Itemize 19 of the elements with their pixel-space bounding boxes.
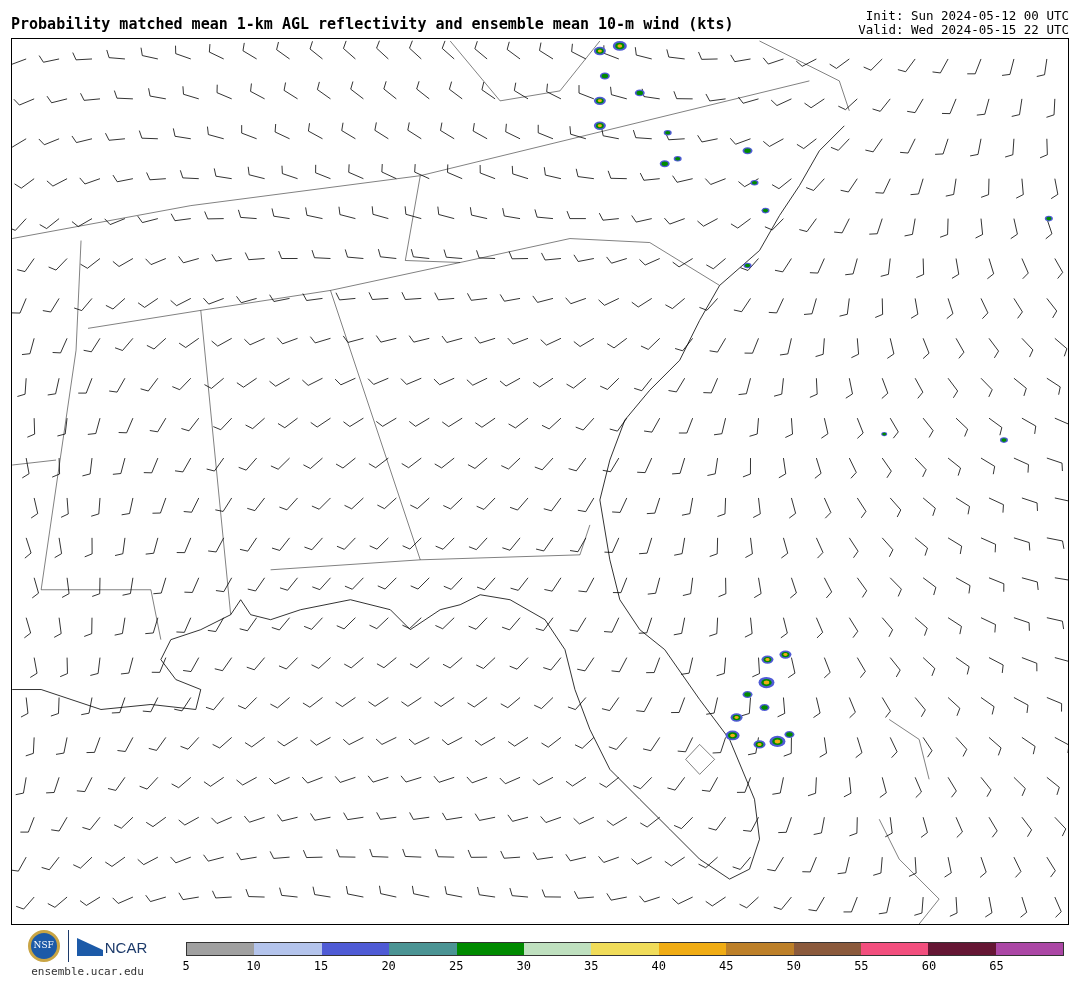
colorbar-label: 30 — [516, 960, 531, 972]
init-time: Init: Sun 2024-05-12 00 UTC — [865, 9, 1069, 23]
colorbar-label: 65 — [989, 960, 1004, 972]
colorbar-label: 50 — [786, 960, 802, 972]
colorbar-label: 25 — [448, 960, 464, 972]
ncar-logo: NCAR — [76, 936, 148, 956]
colorbar-label: 45 — [719, 960, 734, 972]
colorbar-label: 35 — [584, 960, 599, 972]
site-url: ensemble.ucar.edu — [31, 964, 144, 980]
chart-title: Probability matched mean 1-km AGL reflectivity and ensemble mean 10-m wind (kts) — [11, 14, 734, 34]
colorbar-label: 15 — [313, 960, 329, 972]
colorbar-label: 20 — [381, 960, 396, 972]
colorbar-label: 60 — [921, 960, 937, 972]
nsf-logo: NSF — [27, 930, 60, 962]
colorbar-label: 55 — [854, 960, 869, 972]
colorbar-label: 10 — [246, 960, 261, 972]
colorbar-label: 40 — [651, 960, 666, 972]
valid-time: Valid: Wed 2024-05-15 22 UTC — [858, 23, 1069, 37]
colorbar-label: 5 — [182, 960, 190, 972]
